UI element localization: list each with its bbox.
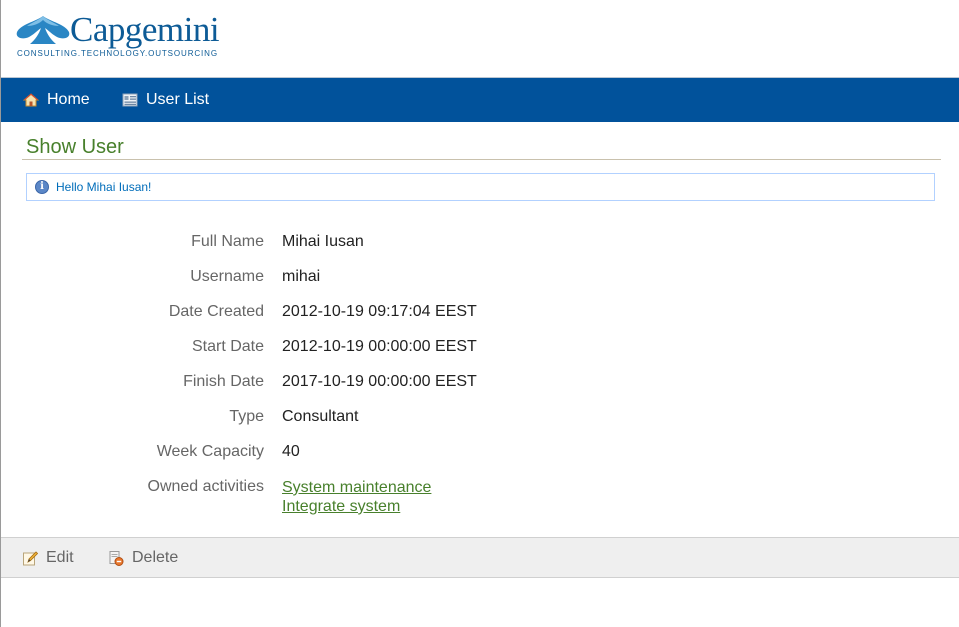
- delete-icon: [108, 550, 124, 566]
- info-message-text: Hello Mihai Iusan!: [56, 180, 152, 194]
- spade-logo-icon: [16, 16, 70, 44]
- property-value: 2012-10-19 09:17:04 EEST: [282, 303, 477, 320]
- property-row: Full Name Mihai Iusan: [0, 225, 959, 260]
- owned-activities-list: System maintenance Integrate system: [282, 478, 431, 516]
- page-title: Show User: [26, 136, 124, 158]
- property-label: Full Name: [191, 233, 264, 250]
- property-label: Date Created: [168, 303, 264, 320]
- property-label: Week Capacity: [156, 443, 264, 460]
- nav-user-list-label: User List: [146, 91, 210, 108]
- property-label: Start Date: [191, 338, 264, 355]
- property-row: Username mihai: [0, 260, 959, 295]
- main-navigation: Home User List: [1, 77, 959, 122]
- activity-link[interactable]: Integrate system: [282, 497, 431, 516]
- property-row: Type Consultant: [0, 400, 959, 435]
- property-row: Finish Date 2017-10-19 00:00:00 EEST: [0, 365, 959, 400]
- info-icon: i: [35, 180, 49, 194]
- delete-button-label: Delete: [132, 548, 179, 566]
- activity-link[interactable]: System maintenance: [282, 478, 431, 497]
- action-buttons: Edit Delete: [1, 537, 959, 578]
- property-row: Date Created 2012-10-19 09:17:04 EEST: [0, 295, 959, 330]
- edit-icon: [22, 550, 39, 566]
- property-row-owned-activities: Owned activities System maintenance Inte…: [0, 470, 959, 520]
- edit-button[interactable]: Edit: [22, 538, 74, 577]
- property-value: Mihai Iusan: [282, 233, 364, 250]
- home-icon: [22, 92, 40, 108]
- property-label: Finish Date: [183, 373, 264, 390]
- property-label: Username: [190, 268, 264, 285]
- brand-name: Capgemini: [70, 10, 220, 49]
- user-list-icon: [122, 92, 138, 108]
- property-value: 2012-10-19 00:00:00 EEST: [282, 338, 477, 355]
- property-row: Start Date 2012-10-19 00:00:00 EEST: [0, 330, 959, 365]
- property-value: 2017-10-19 00:00:00 EEST: [282, 373, 477, 390]
- nav-home[interactable]: Home: [22, 78, 90, 122]
- property-value: Consultant: [282, 408, 359, 425]
- brand-tagline: CONSULTING.TECHNOLOGY.OUTSOURCING: [17, 49, 218, 58]
- info-message: i Hello Mihai Iusan!: [26, 173, 935, 201]
- delete-button[interactable]: Delete: [108, 538, 178, 577]
- header: Capgemini CONSULTING.TECHNOLOGY.OUTSOURC…: [1, 0, 959, 77]
- property-row: Week Capacity 40: [0, 435, 959, 470]
- nav-home-label: Home: [47, 91, 90, 108]
- capgemini-logo[interactable]: Capgemini CONSULTING.TECHNOLOGY.OUTSOURC…: [15, 10, 220, 62]
- nav-user-list[interactable]: User List: [122, 78, 209, 122]
- property-label: Type: [229, 408, 264, 425]
- edit-button-label: Edit: [46, 548, 74, 566]
- property-label: Owned activities: [147, 478, 265, 495]
- property-value: 40: [282, 443, 300, 460]
- property-value: mihai: [282, 268, 321, 285]
- title-divider: [22, 159, 941, 160]
